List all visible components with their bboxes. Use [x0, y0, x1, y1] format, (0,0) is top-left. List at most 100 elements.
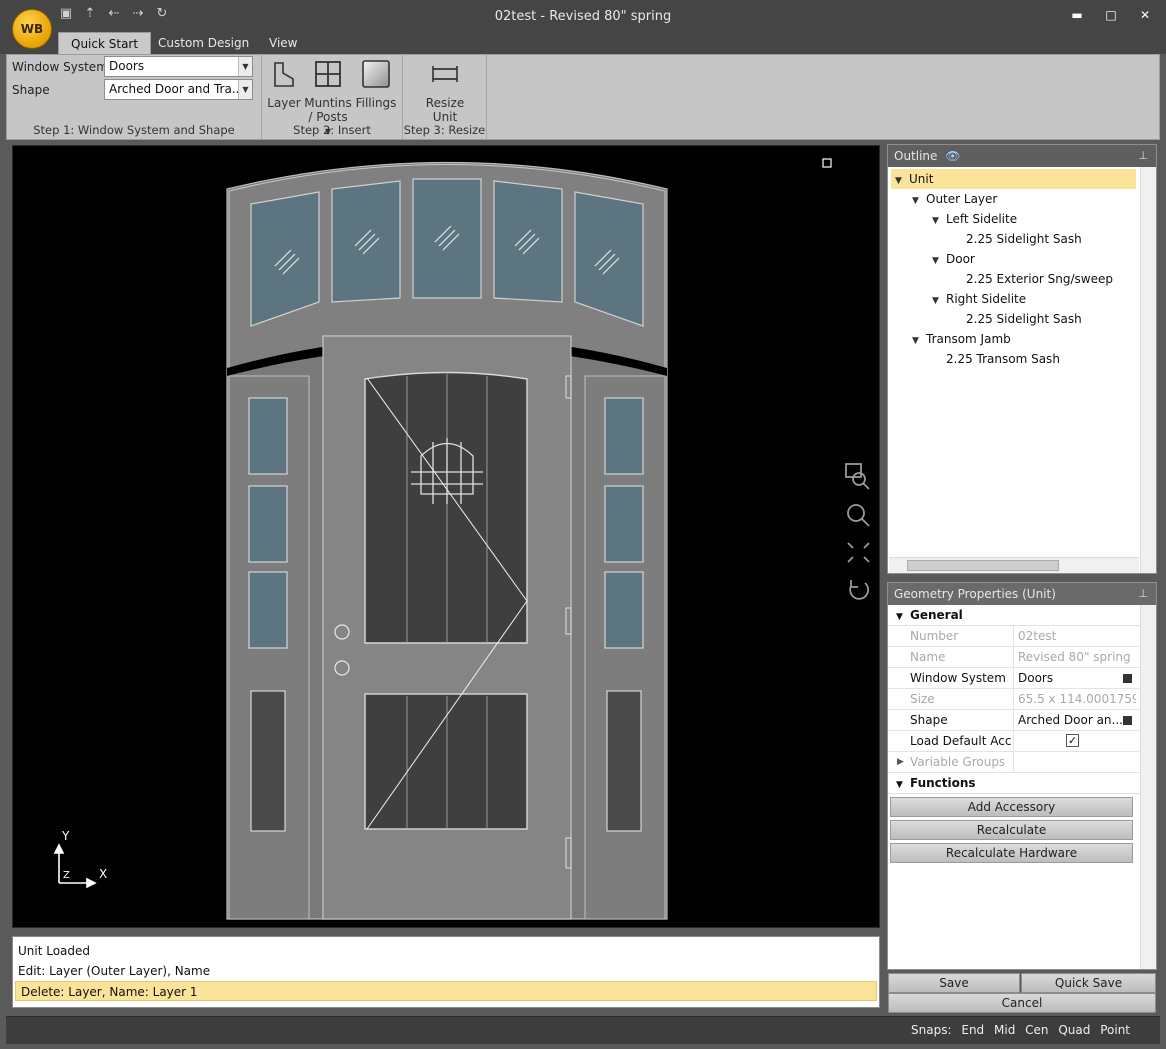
- save-button[interactable]: Save: [888, 973, 1020, 993]
- outline-header: Outline 👁 ⊥: [888, 145, 1156, 167]
- picker-icon[interactable]: [1123, 716, 1132, 725]
- add-accessory-button[interactable]: Add Accessory: [890, 797, 1133, 817]
- chevron-down-icon[interactable]: ▼: [932, 251, 946, 271]
- muntins-icon: [315, 61, 341, 87]
- chevron-down-icon[interactable]: ▼: [912, 191, 926, 211]
- outline-vertical-scrollbar[interactable]: [1140, 167, 1156, 573]
- tree-node-sidelight-sash-left[interactable]: 2.25 Sidelight Sash: [966, 229, 1082, 249]
- title-bar: ▣ ⇡ ⇠ ⇢ ↻ 02test - Revised 80" spring ▬ …: [0, 0, 1166, 34]
- axis-x-label: X: [99, 867, 107, 881]
- outline-panel: Outline 👁 ⊥ ▼ Unit ▼ Outer Layer ▼ Left Sid…: [887, 144, 1157, 574]
- tree-node-unit[interactable]: ▼ Unit: [891, 169, 1136, 189]
- axis-gizmo: [53, 843, 97, 889]
- step1-label: Step 1: Window System and Shape: [33, 123, 235, 137]
- snap-mid[interactable]: Mid: [994, 1023, 1015, 1037]
- geometry-header: Geometry Properties (Unit) ⊥: [888, 583, 1156, 605]
- activity-log: Unit Loaded Edit: Layer (Outer Layer), N…: [12, 936, 880, 1008]
- resize-icon: [432, 66, 458, 82]
- general-section-header[interactable]: ▼ General: [888, 605, 1156, 626]
- scrollbar-thumb[interactable]: [907, 560, 1059, 571]
- tree-node-exterior-sweep[interactable]: 2.25 Exterior Sng/sweep: [966, 269, 1113, 289]
- tab-custom-design[interactable]: Custom Design: [146, 32, 261, 54]
- property-load-default-accessories[interactable]: Load Default Acc... ✓: [888, 731, 1156, 752]
- tab-quick-start[interactable]: Quick Start: [58, 32, 152, 54]
- tab-view[interactable]: View: [257, 32, 309, 54]
- load-default-checkbox[interactable]: ✓: [1066, 734, 1079, 747]
- tree-node-transom-sash[interactable]: 2.25 Transom Sash: [946, 349, 1060, 369]
- selection-handle: [822, 158, 832, 168]
- property-name: Name Revised 80" spring: [888, 647, 1156, 668]
- layer-button[interactable]: Layer: [266, 59, 302, 110]
- shape-select[interactable]: Arched Door and Tra... ▼: [104, 79, 253, 100]
- status-bar: Snaps: End Mid Cen Quad Point: [6, 1016, 1160, 1044]
- chevron-down-icon: ▼: [238, 57, 252, 76]
- tree-node-outer-layer[interactable]: ▼ Outer Layer: [912, 189, 997, 209]
- window-system-select[interactable]: Doors ▼: [104, 56, 253, 77]
- property-shape[interactable]: Shape Arched Door an...: [888, 710, 1156, 731]
- door-lower-panel: [364, 693, 528, 830]
- property-variable-groups[interactable]: ▶ Variable Groups: [888, 752, 1156, 773]
- tree-node-left-sidelite[interactable]: ▼ Left Sidelite: [932, 209, 1017, 229]
- tree-node-transom-jamb[interactable]: ▼ Transom Jamb: [912, 329, 1011, 349]
- door-glass: [364, 371, 528, 644]
- pin-icon[interactable]: ⊥: [1138, 583, 1148, 605]
- zoom-window-icon: [845, 463, 870, 490]
- log-line[interactable]: Edit: Layer (Outer Layer), Name: [13, 961, 879, 981]
- property-size: Size65.5 x 114.0001759...: [888, 689, 1156, 710]
- chevron-right-icon[interactable]: ▶: [897, 752, 904, 773]
- snap-end[interactable]: End: [961, 1023, 984, 1037]
- shape-label: Shape: [12, 83, 50, 97]
- ribbon-tabs: Quick Start Custom Design View: [0, 30, 1166, 54]
- step3-group: Resize Unit Step 3: Resize: [403, 55, 487, 139]
- property-number: Number 02test: [888, 626, 1156, 647]
- tree-node-door[interactable]: ▼ Door: [932, 249, 975, 269]
- window-system-label: Window System: [12, 60, 108, 74]
- log-line-selected[interactable]: Delete: Layer, Name: Layer 1: [15, 981, 877, 1001]
- step2-group: Layer Muntins / Posts ▾ Fillings Step 2:…: [262, 55, 403, 139]
- tree-node-sidelight-sash-right[interactable]: 2.25 Sidelight Sash: [966, 309, 1082, 329]
- snap-point[interactable]: Point: [1100, 1023, 1130, 1037]
- minimize-icon[interactable]: ▬: [1070, 8, 1084, 22]
- property-window-system[interactable]: Window System Doors: [888, 668, 1156, 689]
- recalculate-button[interactable]: Recalculate: [890, 820, 1133, 840]
- door-drawing[interactable]: Y X Z: [13, 146, 880, 928]
- tree-node-right-sidelite[interactable]: ▼ Right Sidelite: [932, 289, 1026, 309]
- resize-unit-button[interactable]: Resize Unit: [419, 59, 471, 124]
- maximize-icon[interactable]: □: [1104, 8, 1118, 22]
- binoculars-icon[interactable]: 👁: [945, 149, 960, 163]
- window-title: 02test - Revised 80" spring: [494, 9, 672, 24]
- snap-quad[interactable]: Quad: [1058, 1023, 1090, 1037]
- chevron-down-icon[interactable]: ▼: [932, 211, 946, 231]
- quick-save-button[interactable]: Quick Save: [1021, 973, 1156, 993]
- fillings-button[interactable]: Fillings: [354, 59, 398, 110]
- fillings-icon: [362, 60, 390, 88]
- step1-group: Window System Doors ▼ Shape Arched Door …: [7, 55, 262, 139]
- chevron-down-icon: ▼: [896, 612, 903, 622]
- chevron-down-icon[interactable]: ▼: [912, 331, 926, 351]
- cancel-button[interactable]: Cancel: [888, 993, 1156, 1013]
- step2-label: Step 2: Insert: [293, 123, 371, 137]
- geometry-vertical-scrollbar[interactable]: [1140, 605, 1156, 969]
- chevron-down-icon[interactable]: ▼: [932, 291, 946, 311]
- outline-horizontal-scrollbar[interactable]: [889, 557, 1139, 573]
- window-controls: ▬ □ ✕: [1070, 8, 1152, 22]
- zoom-icon: [847, 504, 870, 527]
- app-logo[interactable]: WB: [12, 9, 52, 49]
- pin-icon[interactable]: ⊥: [1138, 145, 1148, 167]
- picker-icon[interactable]: [1123, 674, 1132, 683]
- ribbon: Window System Doors ▼ Shape Arched Door …: [6, 54, 1160, 140]
- axis-y-label: Y: [61, 829, 70, 843]
- log-line[interactable]: Unit Loaded: [13, 941, 879, 961]
- layer-icon: [274, 62, 294, 87]
- reset-view-icon: [849, 580, 870, 600]
- snap-cen[interactable]: Cen: [1025, 1023, 1048, 1037]
- step3-label: Step 3: Resize: [403, 123, 486, 137]
- chevron-down-icon: ▼: [238, 80, 252, 99]
- design-canvas[interactable]: Y X Z: [12, 145, 880, 928]
- chevron-down-icon[interactable]: ▼: [895, 171, 909, 191]
- snaps-label: Snaps:: [911, 1023, 952, 1037]
- snaps-toolbar: Snaps: End Mid Cen Quad Point: [905, 1023, 1130, 1037]
- close-icon[interactable]: ✕: [1138, 8, 1152, 22]
- recalculate-hardware-button[interactable]: Recalculate Hardware: [890, 843, 1133, 863]
- functions-section-header[interactable]: ▼ Functions: [888, 773, 1156, 794]
